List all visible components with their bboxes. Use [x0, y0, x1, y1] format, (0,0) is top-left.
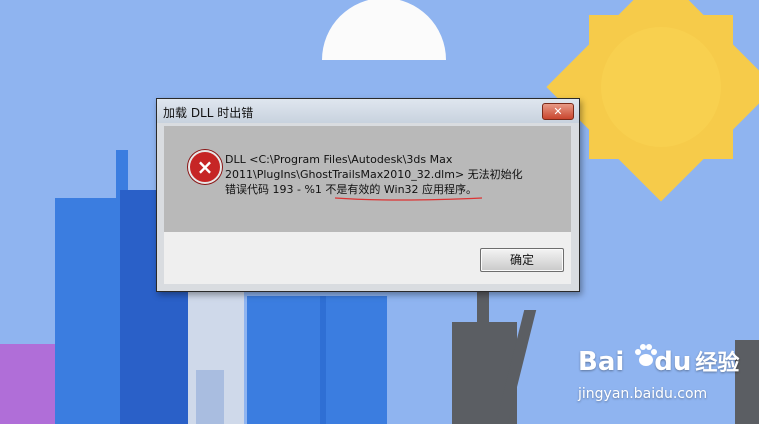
building-blue-mid-col [320, 296, 326, 424]
baidu-paw-icon [635, 344, 657, 366]
dialog-title: 加载 DLL 时出错 [163, 106, 254, 120]
watermark-brand-a: Bai [578, 347, 625, 377]
error-message: DLL <C:\Program Files\Autodesk\3ds Max 2… [225, 152, 523, 197]
error-icon: × [188, 150, 222, 184]
message-line-1: DLL <C:\Program Files\Autodesk\3ds Max [225, 153, 453, 166]
close-button[interactable]: ✕ [542, 103, 574, 120]
watermark-url: jingyan.baidu.com [578, 386, 708, 402]
building-blue-left [55, 198, 125, 424]
dialog-titlebar[interactable]: 加载 DLL 时出错 ✕ [157, 99, 579, 123]
watermark-brand-cn: 经验 [695, 351, 740, 376]
sun [601, 27, 721, 147]
ok-button[interactable]: 确定 [480, 248, 564, 272]
tower-gray-mast [477, 290, 489, 330]
red-underline-annotation [334, 197, 483, 201]
close-icon: ✕ [553, 105, 563, 118]
error-dialog: 加载 DLL 时出错 ✕ × DLL <C:\Program Files\Aut… [156, 98, 580, 292]
dialog-body: × DLL <C:\Program Files\Autodesk\3ds Max… [164, 126, 571, 232]
dialog-footer: 确定 [164, 232, 571, 284]
message-line-2: 2011\PlugIns\GhostTrailsMax2010_32.dlm> … [225, 168, 523, 181]
building-purple [0, 344, 58, 424]
building-blue-mid [247, 296, 387, 424]
building-light-inner [196, 370, 224, 424]
